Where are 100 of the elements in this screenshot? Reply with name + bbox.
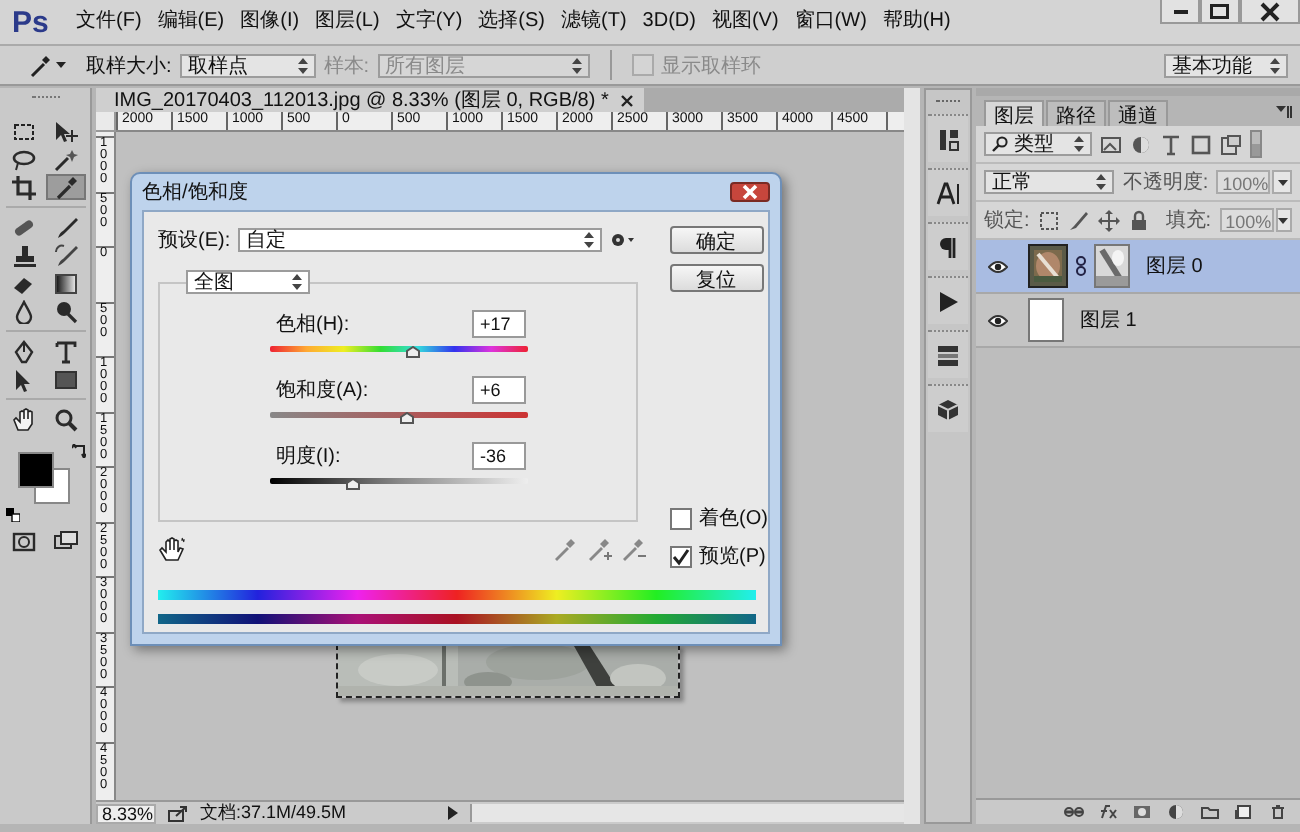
smart-object-filter-icon[interactable] <box>1220 133 1242 155</box>
fill-slider-button[interactable] <box>1275 208 1292 232</box>
image-filter-icon[interactable] <box>1100 133 1122 155</box>
marquee-icon <box>12 119 36 143</box>
scrollbar[interactable] <box>470 804 904 822</box>
dodge-icon <box>54 299 78 323</box>
close-button[interactable] <box>730 182 770 202</box>
close-button[interactable] <box>1240 0 1300 24</box>
eyedropper-minus-icon[interactable] <box>621 537 646 561</box>
move-icon[interactable] <box>1097 209 1120 231</box>
panel-tab[interactable]: 图层 <box>984 100 1044 126</box>
reset-colors-icon[interactable] <box>5 508 19 522</box>
mask-icon[interactable] <box>1132 804 1152 820</box>
new-layer-icon[interactable] <box>1234 804 1254 820</box>
layer-row[interactable]: 图层 0 <box>976 240 1300 294</box>
menu-icon[interactable] <box>1276 105 1292 117</box>
value-field[interactable]: +17 <box>472 309 526 337</box>
gear-icon[interactable] <box>610 231 634 247</box>
brush-icon <box>54 243 78 267</box>
slider-track[interactable] <box>270 346 528 352</box>
layer-row[interactable]: 图层 1 <box>976 294 1300 348</box>
character-panel-button[interactable] <box>928 168 968 216</box>
brush-icon[interactable] <box>1067 209 1090 231</box>
preset-dropdown[interactable]: 自定 <box>238 227 602 251</box>
menu-item[interactable]: 文字(Y) <box>387 4 471 40</box>
stamp-icon <box>12 243 36 267</box>
eyedropper-icon[interactable] <box>28 53 52 77</box>
folder-icon[interactable] <box>1200 804 1220 820</box>
adjustment-icon[interactable] <box>1166 804 1186 820</box>
caret-icon[interactable] <box>56 62 66 68</box>
link-icon[interactable] <box>1064 804 1084 820</box>
blend-mode-dropdown[interactable]: 正常 <box>984 170 1115 194</box>
dialog-title: 色相/饱和度 <box>142 179 248 206</box>
type-filter-icon[interactable] <box>1160 133 1182 155</box>
document-tab[interactable]: IMG_20170403_112013.jpg @ 8.33% (图层 0, RGB/8) * <box>96 88 645 112</box>
document-info: 文档:37.1M/49.5M <box>200 800 349 826</box>
panel-tab[interactable]: 通道 <box>1108 100 1168 126</box>
history-panel-button[interactable] <box>928 114 968 162</box>
checkbox[interactable] <box>669 507 692 529</box>
lock-pixels-icon[interactable] <box>1037 209 1060 231</box>
field-label: 填充: <box>1165 207 1212 234</box>
scrollbar[interactable] <box>904 88 920 824</box>
adjustment-filter-icon[interactable] <box>1130 133 1152 155</box>
trash-icon[interactable] <box>1268 804 1288 820</box>
workspace-dropdown[interactable]: 基本功能 <box>1164 53 1288 77</box>
dialog-button[interactable]: 复位 <box>669 264 764 292</box>
minimize-button[interactable] <box>1160 0 1200 24</box>
zoom-field[interactable]: 8.33% <box>96 803 156 823</box>
slider-thumb[interactable] <box>405 346 420 358</box>
filter-dropdown[interactable]: 类型 <box>984 132 1092 156</box>
sample-size-dropdown[interactable]: 取样点 <box>179 53 316 77</box>
mask-icon <box>12 529 36 553</box>
toggle-switch-icon[interactable] <box>1250 130 1262 158</box>
updown-icon <box>584 231 594 247</box>
value-field[interactable]: -36 <box>472 441 526 469</box>
eye-icon[interactable] <box>988 259 1008 273</box>
value-field[interactable]: +6 <box>472 375 526 403</box>
menu-item[interactable]: 窗口(W) <box>786 4 875 40</box>
slider-thumb[interactable] <box>346 478 361 490</box>
menu-item[interactable]: 图像(I) <box>232 4 308 40</box>
slider-thumb[interactable] <box>400 412 415 424</box>
menu-item[interactable]: 3D(D) <box>634 4 704 40</box>
checkbox-label: 显示取样环 <box>661 53 762 79</box>
menu-item[interactable]: 滤镜(T) <box>553 4 635 40</box>
panel-tab[interactable]: 路径 <box>1046 100 1106 126</box>
hand-icon[interactable] <box>158 536 186 562</box>
eyedropper-plus-icon[interactable] <box>587 537 612 561</box>
history-icon <box>936 127 960 151</box>
slider-track[interactable] <box>270 412 528 418</box>
properties-panel-button[interactable] <box>928 330 968 378</box>
play-panel-button[interactable] <box>928 276 968 324</box>
opacity-slider-button[interactable] <box>1272 170 1292 194</box>
menu-item[interactable]: 选择(S) <box>470 4 553 40</box>
menu-item[interactable]: 编辑(E) <box>149 4 233 40</box>
checkbox[interactable] <box>669 545 692 567</box>
cube-panel-button[interactable] <box>928 384 968 432</box>
play-icon[interactable] <box>448 806 458 820</box>
lock-icon[interactable] <box>1127 209 1150 231</box>
maximize-button[interactable] <box>1200 0 1240 24</box>
slider-track[interactable] <box>270 478 528 484</box>
close-icon[interactable] <box>620 93 635 107</box>
effects-icon[interactable] <box>1098 804 1118 820</box>
field-label: 不透明度: <box>1122 169 1209 196</box>
export-icon[interactable] <box>168 805 188 821</box>
field-label: 预设(E): <box>158 227 230 253</box>
close-icon <box>740 184 760 200</box>
swap-icon[interactable] <box>71 444 85 458</box>
menu-item[interactable]: 文件(F) <box>68 4 150 40</box>
paragraph-panel-button[interactable] <box>928 222 968 270</box>
color-swatch-drawing[interactable] <box>17 452 69 504</box>
channel-dropdown[interactable]: 全图 <box>186 270 310 294</box>
eyedropper-tool-button[interactable] <box>46 174 86 200</box>
field-label: 锁定: <box>984 207 1030 234</box>
menu-item[interactable]: 图层(L) <box>307 4 388 40</box>
eye-icon[interactable] <box>988 313 1008 327</box>
link-icon[interactable] <box>1076 256 1086 276</box>
menu-item[interactable]: 视图(V) <box>703 4 787 40</box>
shape-filter-icon[interactable] <box>1190 133 1212 155</box>
dialog-button[interactable]: 确定 <box>669 226 764 254</box>
menu-item[interactable]: 帮助(H) <box>874 4 959 40</box>
